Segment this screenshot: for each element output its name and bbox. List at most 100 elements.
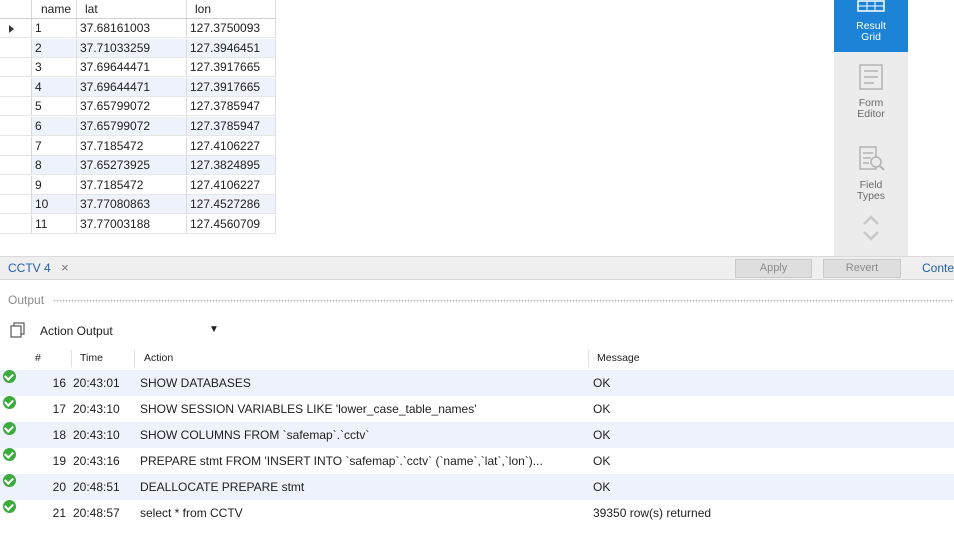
output-row[interactable]: 16 20:43:01 SHOW DATABASES OK	[0, 370, 954, 396]
col-header-num[interactable]: #	[35, 348, 41, 368]
column-header-lon[interactable]: lon	[187, 0, 276, 19]
cell-name[interactable]: 2	[32, 38, 77, 58]
column-header-name[interactable]: name	[32, 0, 77, 19]
cell-name[interactable]: 4	[32, 77, 77, 97]
cell-name[interactable]: 5	[32, 97, 77, 117]
cell-lon[interactable]: 127.4527286	[187, 195, 276, 215]
column-separator	[588, 350, 589, 367]
cell-lat[interactable]: 37.65799072	[77, 117, 187, 136]
cell-lat[interactable]: 37.77080863	[77, 195, 187, 215]
table-row[interactable]: 3 37.69644471 127.3917665	[0, 58, 276, 78]
output-row[interactable]: 21 20:48:57 select * from CCTV 39350 row(s)…	[0, 500, 954, 526]
cell-name[interactable]: 7	[32, 136, 77, 156]
table-row[interactable]: 5 37.65799072 127.3785947	[0, 97, 276, 117]
column-header-lat[interactable]: lat	[77, 0, 187, 19]
form-editor-label-line2: Editor	[857, 108, 885, 120]
cell-lon[interactable]: 127.4106227	[187, 136, 276, 156]
result-grid-label-line2: Grid	[861, 31, 881, 43]
row-action: PREPARE stmt FROM 'INSERT INTO `safemap`…	[140, 454, 543, 468]
table-row[interactable]: 9 37.7185472 127.4106227	[0, 175, 276, 195]
table-row[interactable]: 8 37.65273925 127.3824895	[0, 156, 276, 176]
table-row[interactable]: 4 37.69644471 127.3917665	[0, 77, 276, 97]
cell-lat[interactable]: 37.69644471	[77, 77, 187, 97]
row-time: 20:43:01	[73, 376, 120, 390]
tab-context[interactable]: Conte	[922, 257, 954, 280]
dropdown-arrow-icon[interactable]: ▼	[209, 324, 219, 335]
row-action: SHOW COLUMNS FROM `safemap`.`cctv`	[140, 428, 370, 442]
result-grid[interactable]: name lat lon 1 37.68161003 127.3750093 2 37.…	[0, 0, 834, 250]
cell-name[interactable]: 9	[32, 175, 77, 195]
cell-lon[interactable]: 127.3785947	[187, 117, 276, 136]
row-selector[interactable]	[0, 58, 32, 78]
cell-lon[interactable]: 127.3917665	[187, 77, 276, 97]
success-check-icon	[3, 448, 16, 461]
output-row[interactable]: 18 20:43:10 SHOW COLUMNS FROM `safemap`.`c…	[0, 422, 954, 448]
cell-lon[interactable]: 127.3917665	[187, 58, 276, 78]
table-row[interactable]: 6 37.65799072 127.3785947	[0, 117, 276, 136]
row-selector[interactable]	[0, 77, 32, 97]
cell-lon[interactable]: 127.3946451	[187, 38, 276, 58]
revert-button[interactable]: Revert	[823, 259, 901, 278]
cell-name[interactable]: 3	[32, 58, 77, 78]
cell-lon[interactable]: 127.3785947	[187, 97, 276, 117]
output-type-select[interactable]: Action Output	[40, 323, 113, 339]
scroll-up-icon[interactable]	[862, 214, 880, 229]
field-types-label-line2: Types	[856, 190, 885, 202]
cell-lon[interactable]: 127.3750093	[187, 19, 276, 38]
cell-lat[interactable]: 37.7185472	[77, 175, 187, 195]
output-row[interactable]: 20 20:48:51 DEALLOCATE PREPARE stmt OK	[0, 474, 954, 500]
header-divider	[53, 299, 954, 303]
form-editor-button[interactable]: Form Editor	[834, 60, 908, 130]
cell-name[interactable]: 11	[32, 215, 77, 234]
cell-name[interactable]: 10	[32, 195, 77, 215]
output-row[interactable]: 17 20:43:10 SHOW SESSION VARIABLES LIKE 'l…	[0, 396, 954, 422]
row-selector[interactable]	[0, 97, 32, 117]
copy-icon[interactable]	[10, 322, 26, 341]
cell-lat[interactable]: 37.65799072	[77, 97, 187, 117]
row-message: OK	[593, 480, 611, 494]
close-tab-icon[interactable]: ×	[61, 257, 69, 279]
cell-lat[interactable]: 37.65273925	[77, 156, 187, 176]
row-selector[interactable]	[0, 136, 32, 156]
col-header-action[interactable]: Action	[144, 348, 173, 368]
row-selector[interactable]	[0, 19, 32, 38]
grid-corner[interactable]	[0, 0, 32, 19]
col-header-time[interactable]: Time	[80, 348, 103, 368]
row-message: OK	[593, 402, 611, 416]
row-selector[interactable]	[0, 38, 32, 58]
table-row[interactable]: 10 37.77080863 127.4527286	[0, 195, 276, 215]
apply-button[interactable]: Apply	[735, 259, 812, 278]
cell-name[interactable]: 8	[32, 156, 77, 176]
results-side-panel: Result Grid Form Editor Field Types	[834, 0, 908, 258]
row-number: 17	[52, 402, 66, 416]
row-number: 21	[52, 506, 66, 520]
row-selector[interactable]	[0, 117, 32, 136]
row-message: 39350 row(s) returned	[593, 506, 712, 520]
output-title: Output	[8, 293, 45, 307]
table-row[interactable]: 1 37.68161003 127.3750093	[0, 19, 276, 38]
cell-lat[interactable]: 37.68161003	[77, 19, 187, 38]
cell-lon[interactable]: 127.3824895	[187, 156, 276, 176]
action-output-table: # Time Action Message 16 20:43:01 SHOW DAT…	[0, 348, 954, 552]
output-row[interactable]: 19 20:43:16 PREPARE stmt FROM 'INSERT INTO…	[0, 448, 954, 474]
table-row[interactable]: 11 37.77003188 127.4560709	[0, 215, 276, 234]
result-grid-button[interactable]: Result Grid	[834, 0, 908, 52]
col-header-message[interactable]: Message	[597, 348, 640, 368]
field-types-button[interactable]: Field Types	[834, 142, 908, 212]
cell-lon[interactable]: 127.4560709	[187, 215, 276, 234]
cell-name[interactable]: 6	[32, 117, 77, 136]
row-selector[interactable]	[0, 156, 32, 176]
cell-lat[interactable]: 37.71033259	[77, 38, 187, 58]
scroll-down-icon[interactable]	[862, 230, 880, 245]
row-selector[interactable]	[0, 215, 32, 234]
row-selector[interactable]	[0, 195, 32, 215]
cell-lon[interactable]: 127.4106227	[187, 175, 276, 195]
table-row[interactable]: 2 37.71033259 127.3946451	[0, 38, 276, 58]
tab-cctv-4[interactable]: CCTV 4 ×	[0, 257, 75, 279]
cell-lat[interactable]: 37.7185472	[77, 136, 187, 156]
table-row[interactable]: 7 37.7185472 127.4106227	[0, 136, 276, 156]
cell-name[interactable]: 1	[32, 19, 77, 38]
cell-lat[interactable]: 37.77003188	[77, 215, 187, 234]
cell-lat[interactable]: 37.69644471	[77, 58, 187, 78]
row-selector[interactable]	[0, 175, 32, 195]
